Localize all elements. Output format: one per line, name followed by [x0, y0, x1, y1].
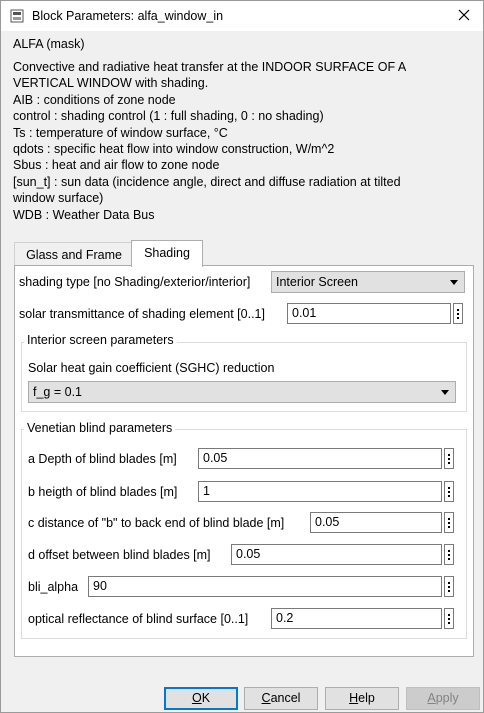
blade-depth-label: a Depth of blind blades [m] — [28, 452, 177, 466]
apply-button[interactable]: Apply — [406, 687, 480, 710]
blade-offset-label: d offset between blind blades [m] — [28, 548, 211, 562]
blade-height-input[interactable]: 1 — [198, 481, 442, 502]
more-options-icon[interactable] — [453, 303, 463, 324]
description-line: window surface) — [13, 191, 104, 206]
help-label: elp — [358, 691, 375, 705]
tab-shading[interactable]: Shading — [131, 240, 203, 267]
description-line: [sun_t] : sun data (incidence angle, dir… — [13, 174, 401, 189]
shading-tab-panel: shading type [no Shading/exterior/interi… — [14, 265, 474, 657]
shading-type-select[interactable]: Interior Screen — [271, 271, 465, 293]
cancel-label: ancel — [270, 691, 301, 705]
interior-screen-group-title: Interior screen parameters — [24, 333, 177, 347]
ok-label: K — [201, 691, 211, 705]
more-options-icon[interactable] — [444, 544, 454, 565]
shading-type-label: shading type [no Shading/exterior/interi… — [19, 275, 251, 289]
more-options-icon[interactable] — [444, 576, 454, 597]
transmittance-label: solar transmittance of shading element [… — [19, 307, 265, 321]
ok-button[interactable]: OK — [164, 687, 238, 710]
ok-mnemonic: O — [191, 691, 202, 705]
mask-title: ALFA (mask) — [13, 37, 85, 51]
blade-height-label: b heigth of blind blades [m] — [28, 485, 178, 499]
block-parameters-dialog: Block Parameters: alfa_window_in ALFA (m… — [0, 0, 484, 713]
blade-distance-input[interactable]: 0.05 — [310, 512, 442, 533]
sghc-value: f_g = 0.1 — [33, 385, 82, 399]
apply-mnemonic: A — [427, 691, 436, 705]
block-description: Convective and radiative heat transfer a… — [13, 59, 469, 223]
blade-depth-input[interactable]: 0.05 — [198, 448, 442, 469]
blade-distance-label: c distance of "b" to back end of blind b… — [28, 516, 285, 530]
window-title: Block Parameters: alfa_window_in — [32, 9, 224, 23]
bli-alpha-label: bli_alpha — [28, 580, 79, 594]
cancel-button[interactable]: Cancel — [244, 687, 318, 710]
transmittance-input[interactable]: 0.01 — [287, 303, 451, 324]
blade-offset-input[interactable]: 0.05 — [231, 544, 442, 565]
help-mnemonic: H — [349, 691, 359, 705]
description-line: Convective and radiative heat transfer a… — [13, 60, 407, 74]
description-line: Ts : temperature of window surface, °C — [13, 125, 228, 140]
cancel-mnemonic: C — [261, 691, 271, 705]
bli-alpha-input[interactable]: 90 — [88, 576, 442, 597]
tab-glass-and-frame[interactable]: Glass and Frame — [14, 242, 134, 267]
reflectance-input[interactable]: 0.2 — [271, 608, 442, 629]
apply-label: pply — [435, 691, 459, 705]
description-line: Sbus : heat and air flow to zone node — [13, 158, 220, 173]
sghc-select[interactable]: f_g = 0.1 — [28, 381, 456, 403]
description-line: qdots : specific heat flow into window c… — [13, 142, 335, 157]
more-options-icon[interactable] — [444, 512, 454, 533]
description-line: WDB : Weather Data Bus — [13, 207, 155, 222]
simulink-block-icon — [10, 9, 24, 23]
sghc-label: Solar heat gain coefficient (SGHC) reduc… — [28, 361, 275, 375]
description-line: AIB : conditions of zone node — [13, 92, 176, 107]
venetian-blind-group-title: Venetian blind parameters — [24, 421, 176, 435]
help-button[interactable]: Help — [325, 687, 399, 710]
close-icon[interactable] — [455, 6, 473, 24]
dropdown-arrow-icon — [450, 280, 458, 285]
description-line: VERTICAL WINDOW with shading. — [13, 76, 209, 91]
description-line: control : shading control (1 : full shad… — [13, 109, 324, 124]
more-options-icon[interactable] — [444, 608, 454, 629]
more-options-icon[interactable] — [444, 481, 454, 502]
dropdown-arrow-icon — [441, 390, 449, 395]
title-bar[interactable]: Block Parameters: alfa_window_in — [1, 1, 483, 31]
shading-type-value: Interior Screen — [276, 275, 358, 289]
more-options-icon[interactable] — [444, 448, 454, 469]
reflectance-label: optical reflectance of blind surface [0.… — [28, 612, 249, 626]
